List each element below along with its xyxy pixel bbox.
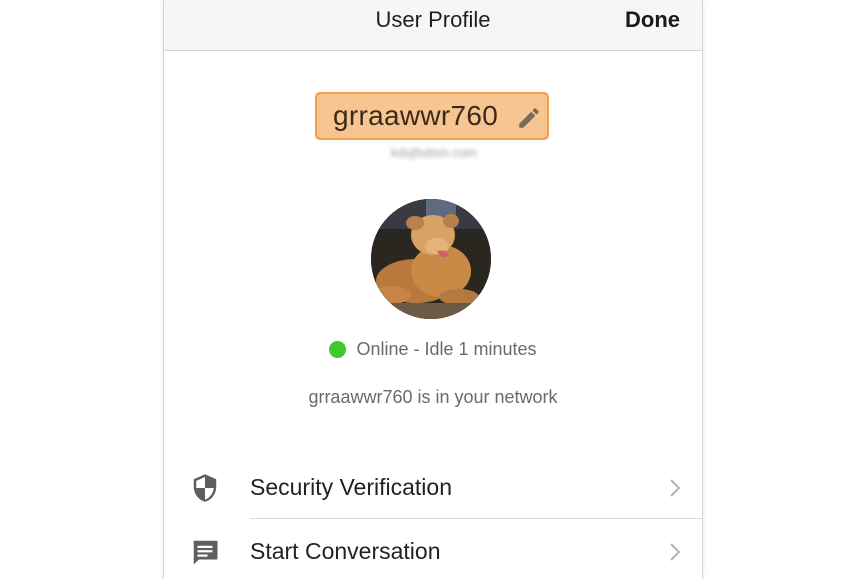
username-field[interactable]: grraawwr760	[315, 92, 549, 140]
shield-icon	[193, 474, 217, 502]
online-status-dot	[329, 341, 347, 358]
username-text: grraawwr760	[333, 100, 499, 131]
chevron-right-icon	[670, 479, 681, 497]
chevron-right-icon	[670, 543, 681, 561]
status-text: Online - Idle 1 minutes	[356, 339, 537, 359]
email-address: kdsjfsdsm.com	[391, 145, 477, 160]
done-button[interactable]: Done	[625, 5, 680, 35]
security-verification-label: Security Verification	[250, 474, 452, 500]
page-title: User Profile	[375, 7, 491, 32]
profile-panel: User Profile Done grraawwr760 kdsjfsdsm.…	[163, 0, 703, 579]
dog-photo-image	[371, 199, 491, 319]
status-row: Online - Idle 1 minutes	[164, 339, 702, 363]
pencil-icon[interactable]	[516, 105, 542, 131]
network-status-text: grraawwr760 is in your network	[308, 387, 558, 407]
chat-icon	[193, 540, 218, 565]
start-conversation-row[interactable]: Start Conversation	[164, 519, 702, 579]
security-verification-row[interactable]: Security Verification	[164, 455, 702, 519]
start-conversation-label: Start Conversation	[250, 538, 441, 564]
navigation-bar: User Profile Done	[164, 0, 702, 51]
avatar	[371, 199, 491, 319]
